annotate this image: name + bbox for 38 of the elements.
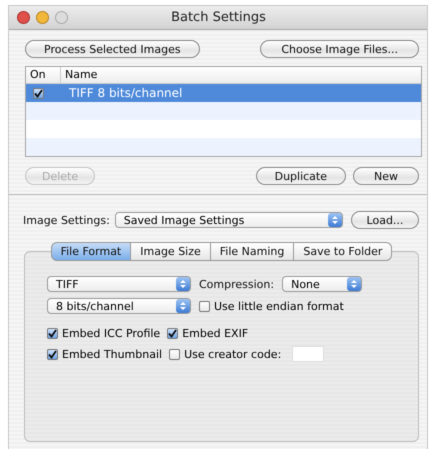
popup-arrows-icon xyxy=(347,277,362,291)
checkbox[interactable] xyxy=(199,300,210,312)
table-row[interactable]: TIFF 8 bits/channel xyxy=(26,84,421,102)
tab[interactable]: Image Size xyxy=(131,242,211,261)
checkbox-option[interactable]: Embed Thumbnail xyxy=(47,348,162,360)
popup-arrows-icon xyxy=(176,299,190,313)
column-header[interactable]: On xyxy=(26,67,61,83)
minimize-button[interactable] xyxy=(36,11,49,24)
checkbox[interactable] xyxy=(33,88,44,98)
checkbox[interactable] xyxy=(47,328,58,339)
checkbox-option[interactable]: Embed ICC Profile xyxy=(47,327,160,340)
field-label: Compression: xyxy=(199,278,274,290)
popup-arrows-icon xyxy=(176,277,190,291)
column-header[interactable]: Name xyxy=(61,67,98,83)
input-field[interactable] xyxy=(292,346,324,362)
push-button[interactable]: Duplicate xyxy=(256,167,346,185)
tab[interactable]: Save to Folder xyxy=(294,242,392,261)
settings-popup[interactable]: Saved Image Settings xyxy=(114,212,343,228)
checkbox[interactable] xyxy=(47,348,58,360)
popup-arrows-icon xyxy=(328,213,342,227)
table-cell-text: TIFF 8 bits/channel xyxy=(68,86,182,100)
push-button[interactable]: Process Selected Images xyxy=(25,40,200,58)
tab[interactable]: File Format xyxy=(50,242,132,261)
tab[interactable]: File Naming xyxy=(210,242,294,261)
load-button[interactable]: Load... xyxy=(351,211,419,229)
push-button[interactable]: New xyxy=(353,167,419,185)
window-title: Batch Settings xyxy=(171,10,267,25)
close-button[interactable] xyxy=(17,11,30,24)
field-label: Image Settings: xyxy=(23,214,110,226)
compression-popup[interactable]: None xyxy=(282,276,362,292)
checkbox-option[interactable]: Use creator code: xyxy=(169,348,282,360)
format-popup[interactable]: TIFF xyxy=(47,276,191,292)
bit-depth-popup[interactable]: 8 bits/channel xyxy=(47,298,191,314)
checkbox[interactable] xyxy=(169,348,180,360)
checkbox[interactable] xyxy=(167,328,178,339)
checkbox-option[interactable]: Embed EXIF xyxy=(167,327,248,340)
push-button[interactable]: Choose Image Files... xyxy=(260,40,419,58)
checkbox-option[interactable]: Use little endian format xyxy=(199,300,344,312)
